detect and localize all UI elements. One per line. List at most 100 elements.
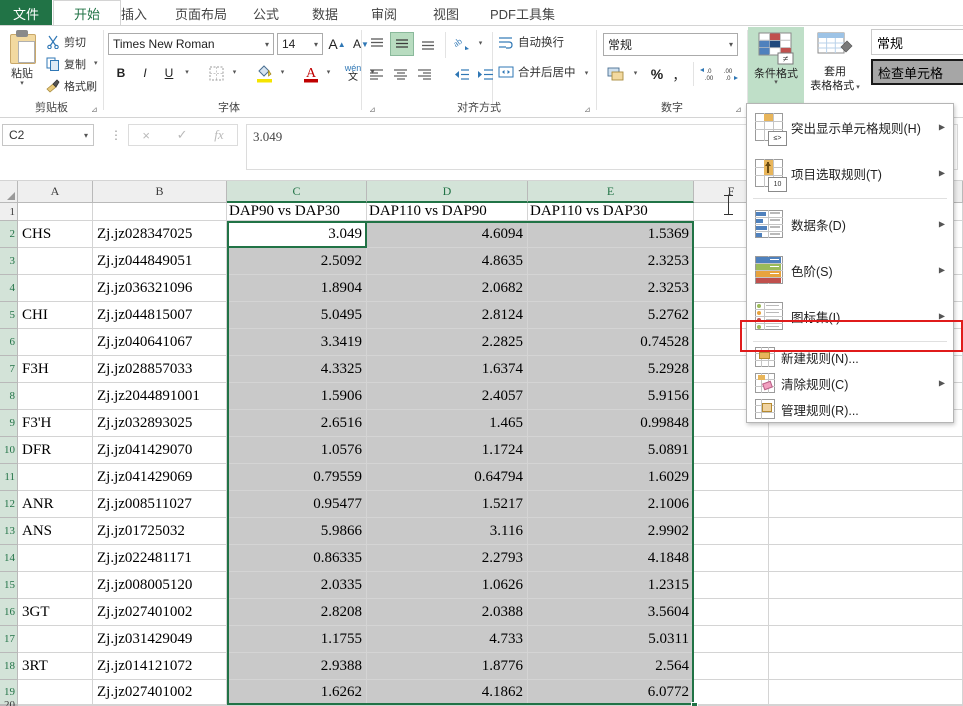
- copy-button[interactable]: 复制 ▾: [46, 56, 98, 72]
- row-header-15[interactable]: 15: [0, 572, 18, 599]
- font-size-combo[interactable]: 14 ▾: [277, 33, 323, 55]
- cell-F18[interactable]: [694, 653, 769, 680]
- cell-G16[interactable]: [769, 599, 963, 626]
- col-header-B[interactable]: B: [93, 181, 227, 203]
- col-header-C[interactable]: C: [227, 181, 367, 203]
- cell-C14[interactable]: 0.86335: [227, 545, 367, 572]
- row-header-1[interactable]: 1: [0, 203, 18, 221]
- cell-D12[interactable]: 1.5217: [367, 491, 528, 518]
- cell-C10[interactable]: 1.0576: [227, 437, 367, 464]
- cell-A19[interactable]: [18, 680, 93, 705]
- decrease-indent-button[interactable]: [450, 64, 472, 84]
- alignment-dialog-launcher[interactable]: ⊿: [584, 105, 593, 114]
- cell-C18[interactable]: 2.9388: [227, 653, 367, 680]
- cell-E10[interactable]: 5.0891: [528, 437, 694, 464]
- conditional-formatting-button[interactable]: ≠ 条件格式 ▾: [748, 27, 804, 107]
- cell-E4[interactable]: 2.3253: [528, 275, 694, 302]
- cell-D3[interactable]: 4.8635: [367, 248, 528, 275]
- cell-G18[interactable]: [769, 653, 963, 680]
- cell-E14[interactable]: 4.1848: [528, 545, 694, 572]
- cell-A13[interactable]: ANS: [18, 518, 93, 545]
- cell-D19[interactable]: 4.1862: [367, 680, 528, 705]
- row-header-6[interactable]: 6: [0, 329, 18, 356]
- cell-G19[interactable]: [769, 680, 963, 705]
- bold-button[interactable]: B: [110, 62, 132, 84]
- tab-data[interactable]: 数据: [303, 0, 347, 26]
- cell-E19[interactable]: 6.0772: [528, 680, 694, 705]
- cell-D2[interactable]: 4.6094: [367, 221, 528, 248]
- cell-G15[interactable]: [769, 572, 963, 599]
- copy-dropdown-arrow[interactable]: ▾: [94, 60, 98, 67]
- cell-C5[interactable]: 5.0495: [227, 302, 367, 329]
- tab-page-layout[interactable]: 页面布局: [166, 0, 236, 26]
- cell-C2[interactable]: 3.049: [227, 221, 367, 248]
- tab-review[interactable]: 审阅: [362, 0, 406, 26]
- cell-B14[interactable]: Zj.jz022481171: [93, 545, 227, 572]
- cell-D1[interactable]: DAP110 vs DAP90: [367, 203, 528, 221]
- cell-E5[interactable]: 5.2762: [528, 302, 694, 329]
- cell-G11[interactable]: [769, 464, 963, 491]
- name-box[interactable]: C2 ▾: [2, 124, 94, 146]
- cell-B19[interactable]: Zj.jz027401002: [93, 680, 227, 705]
- cell-B6[interactable]: Zj.jz040641067: [93, 329, 227, 356]
- cell-F10[interactable]: [694, 437, 769, 464]
- row-header-14[interactable]: 14: [0, 545, 18, 572]
- cell-B1[interactable]: [93, 203, 227, 221]
- cell-G10[interactable]: [769, 437, 963, 464]
- cell-D16[interactable]: 2.0388: [367, 599, 528, 626]
- cell-F19[interactable]: [694, 680, 769, 705]
- cell-D9[interactable]: 1.465: [367, 410, 528, 437]
- cell-D15[interactable]: 1.0626: [367, 572, 528, 599]
- cell-C11[interactable]: 0.79559: [227, 464, 367, 491]
- cell-A5[interactable]: CHI: [18, 302, 93, 329]
- cell-D7[interactable]: 1.6374: [367, 356, 528, 383]
- cell-C12[interactable]: 0.95477: [227, 491, 367, 518]
- cell-B2[interactable]: Zj.jz028347025: [93, 221, 227, 248]
- cell-E16[interactable]: 3.5604: [528, 599, 694, 626]
- menu-item-highlight-cells-rules[interactable]: ≤> 突出显示单元格规则(H) ▶: [747, 104, 953, 150]
- orientation-dropdown-arrow[interactable]: ▾: [474, 34, 487, 54]
- cell-C15[interactable]: 2.0335: [227, 572, 367, 599]
- menu-item-data-bars[interactable]: 数据条(D) ▶: [747, 201, 953, 247]
- cell-C19[interactable]: 1.6262: [227, 680, 367, 705]
- borders-button[interactable]: [204, 62, 228, 84]
- cell-E9[interactable]: 0.99848: [528, 410, 694, 437]
- select-all-corner[interactable]: [0, 181, 18, 203]
- cell-E8[interactable]: 5.9156: [528, 383, 694, 410]
- cell-D4[interactable]: 2.0682: [367, 275, 528, 302]
- clipboard-dialog-launcher[interactable]: ⊿: [91, 105, 100, 114]
- cell-B5[interactable]: Zj.jz044815007: [93, 302, 227, 329]
- cell-B7[interactable]: Zj.jz028857033: [93, 356, 227, 383]
- fill-handle[interactable]: [691, 702, 698, 706]
- conditional-formatting-dropdown-arrow[interactable]: ▾: [748, 79, 804, 86]
- cell-C16[interactable]: 2.8208: [227, 599, 367, 626]
- format-as-table-button[interactable]: 套用 表格格式 ▾: [806, 27, 864, 107]
- row-header-2[interactable]: 2: [0, 221, 18, 248]
- cell-D5[interactable]: 2.8124: [367, 302, 528, 329]
- tab-insert[interactable]: 插入: [112, 0, 156, 26]
- row-header-10[interactable]: 10: [0, 437, 18, 464]
- cell-G14[interactable]: [769, 545, 963, 572]
- cell-G12[interactable]: [769, 491, 963, 518]
- row-header-11[interactable]: 11: [0, 464, 18, 491]
- cell-G13[interactable]: [769, 518, 963, 545]
- format-as-table-dropdown-arrow[interactable]: ▾: [856, 84, 860, 91]
- cell-B16[interactable]: Zj.jz027401002: [93, 599, 227, 626]
- menu-item-manage-rules[interactable]: 管理规则(R)...: [747, 396, 953, 422]
- formula-bar-drag-handle[interactable]: ⋮: [110, 128, 122, 142]
- menu-item-icon-sets[interactable]: 图标集(I) ▶: [747, 293, 953, 339]
- cell-E15[interactable]: 1.2315: [528, 572, 694, 599]
- cell-A8[interactable]: [18, 383, 93, 410]
- cell-C13[interactable]: 5.9866: [227, 518, 367, 545]
- menu-item-new-rule[interactable]: 新建规则(N)...: [747, 344, 953, 370]
- tab-home[interactable]: 开始: [53, 0, 121, 26]
- tab-formulas[interactable]: 公式: [244, 0, 288, 26]
- cell-F15[interactable]: [694, 572, 769, 599]
- underline-button[interactable]: U: [158, 62, 180, 84]
- cell-D14[interactable]: 2.2793: [367, 545, 528, 572]
- cell-B17[interactable]: Zj.jz031429049: [93, 626, 227, 653]
- cell-E7[interactable]: 5.2928: [528, 356, 694, 383]
- grow-font-button[interactable]: A ▲: [326, 33, 348, 55]
- cell-E11[interactable]: 1.6029: [528, 464, 694, 491]
- format-painter-button[interactable]: 格式刷: [46, 78, 97, 94]
